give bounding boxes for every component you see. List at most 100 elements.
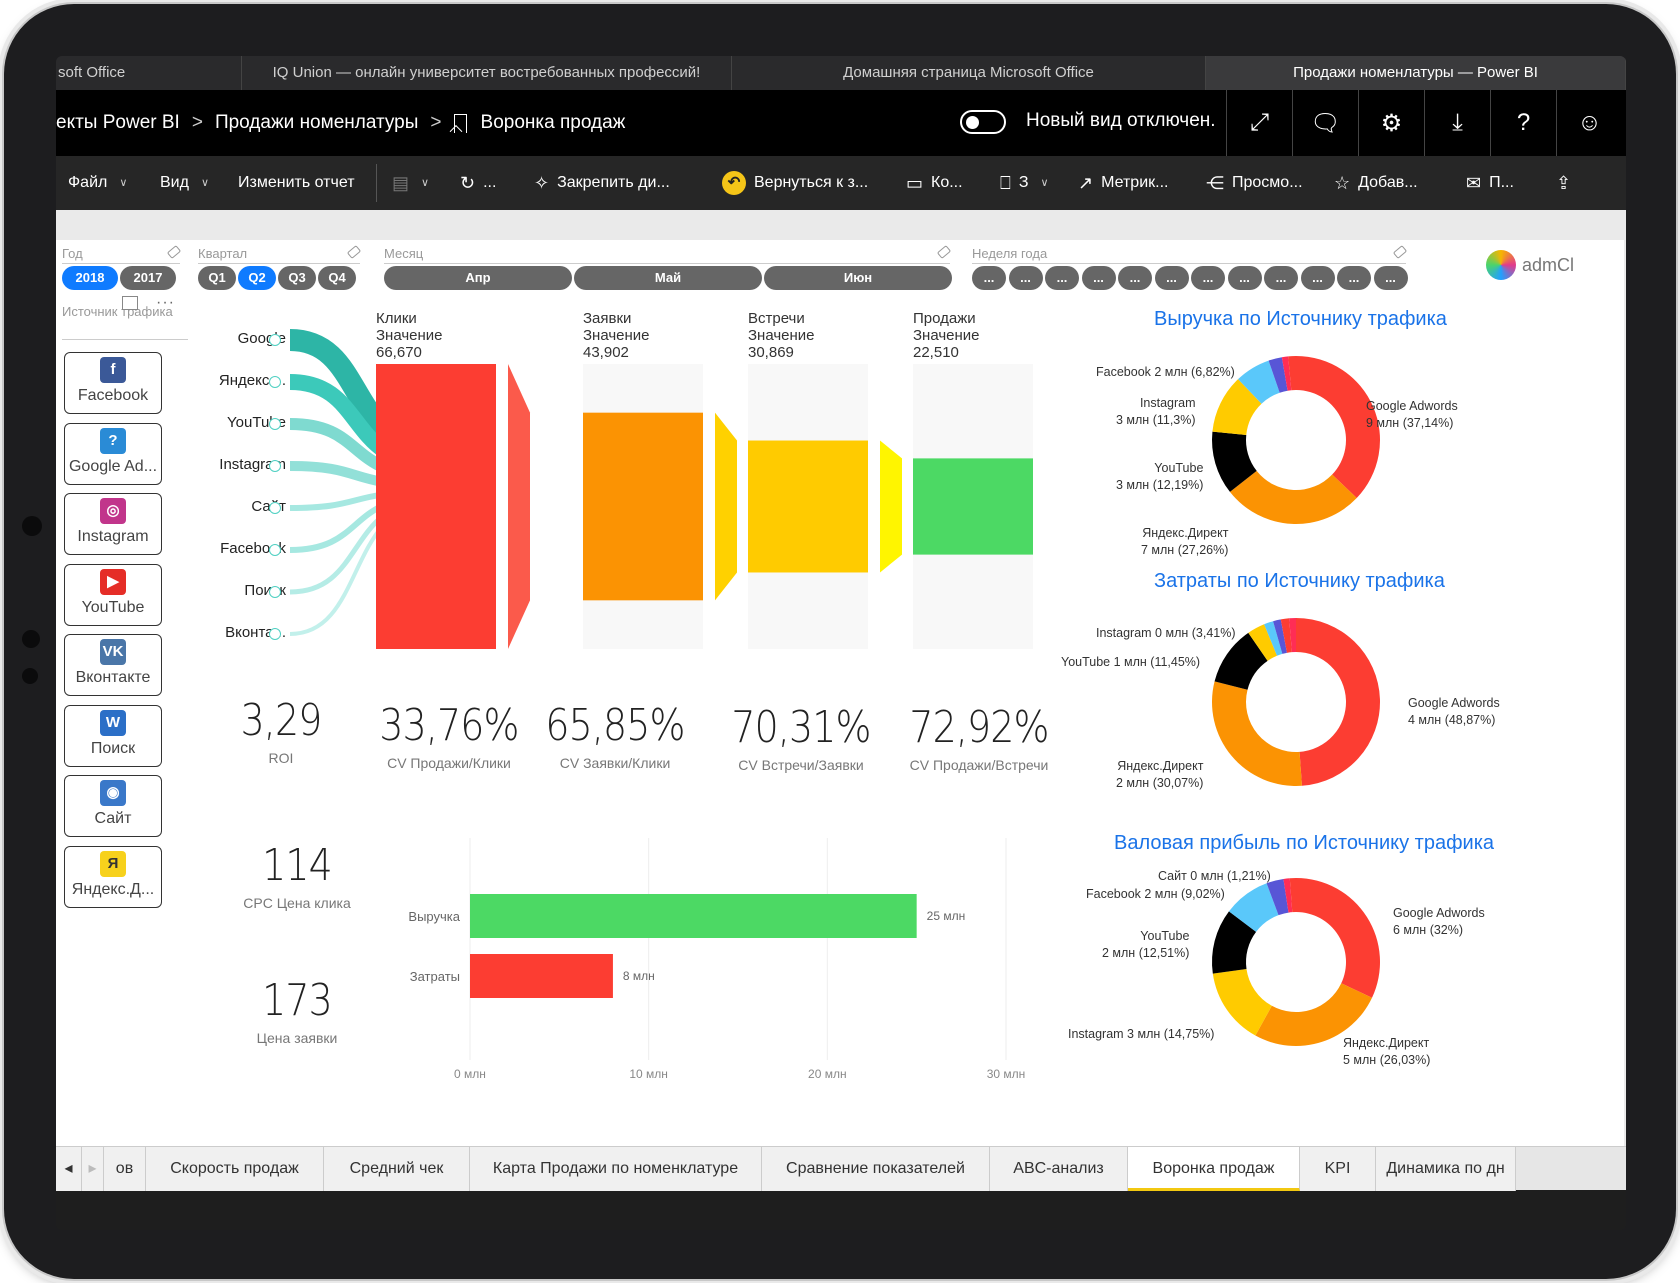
donut-label-line: Instagram [1139,396,1196,410]
donut-label-line: Сайт 0 млн (1,21%) [1158,869,1271,883]
week-option[interactable]: ... [1227,266,1262,290]
expand-icon[interactable]: ⤢ [1226,90,1292,156]
month-slicer-header: Месяц [384,245,952,264]
browser-tab-active[interactable]: Продажи номенлатуры — Power BI [1206,56,1626,90]
browser-tab[interactable]: soft Office [56,56,242,90]
chevron-right-icon: > [191,112,203,133]
sankey-node[interactable] [269,418,281,430]
week-option[interactable]: ... [1300,266,1335,290]
edit-report-button[interactable]: Изменить отчет [238,156,355,210]
feedback-smiley-icon[interactable]: ☺ [1556,90,1622,156]
week-option[interactable]: ... [1081,266,1116,290]
page-tab[interactable]: ABC-анализ [990,1147,1128,1191]
eraser-icon[interactable] [166,245,182,259]
bookmarks-button[interactable]: ⎕ З ∨ [1000,156,1049,210]
week-option[interactable]: ... [1373,266,1408,290]
bar[interactable] [470,954,613,998]
comments-button[interactable]: ▭ Ко... [906,156,963,210]
page-tab[interactable]: Скорость продаж [146,1147,324,1191]
donut-slice[interactable] [1296,618,1381,786]
sankey-node[interactable] [269,544,281,556]
quarter-option[interactable]: Q2 [238,266,276,290]
breadcrumb-workspace[interactable]: екты Power BI [56,112,180,134]
source-slicer-item[interactable]: Я Яндекс.Д... [64,845,162,908]
sankey-node[interactable] [269,502,281,514]
page-tab[interactable]: ов [104,1147,146,1191]
focus-mode-icon[interactable] [122,296,138,310]
revert-button[interactable]: ↶ Вернуться к з... [722,156,868,210]
week-option[interactable]: ... [1008,266,1043,290]
metrics-button[interactable]: ↗ Метрик... [1078,156,1168,210]
sankey-node[interactable] [269,460,281,472]
month-option[interactable]: Май [574,266,762,290]
week-option[interactable]: ... [1118,266,1152,290]
sankey-node[interactable] [269,586,281,598]
week-option[interactable]: ... [1337,266,1371,290]
eraser-icon[interactable] [346,245,362,259]
subscribe-button[interactable]: ✉ П... [1466,156,1514,210]
quarter-option[interactable]: Q3 [278,266,316,290]
page-tab[interactable]: Карта Продажи по номенклатуре [470,1147,762,1191]
globe-icon: ◉ [100,780,126,806]
source-slicer-item[interactable]: W Поиск [64,704,162,767]
donut-slice[interactable] [1296,878,1380,998]
scroll-right-icon[interactable]: ▸ [82,1147,104,1191]
week-option[interactable]: ... [1191,266,1225,290]
file-menu[interactable]: Файл ∨ [68,156,127,210]
share-button[interactable]: ⇪ [1556,156,1571,210]
page-tab[interactable]: Средний чек [324,1147,470,1191]
funnel-bar[interactable] [376,364,496,649]
year-option[interactable]: 2017 [120,266,176,290]
week-option[interactable]: ... [1154,266,1189,290]
source-slicer-item[interactable]: ◉ Сайт [64,775,162,837]
eraser-icon[interactable] [936,245,952,259]
view-menu[interactable]: Вид ∨ [160,156,209,210]
scroll-left-icon[interactable]: ◂ [56,1147,82,1191]
year-option[interactable]: 2018 [62,266,118,290]
donut-slice[interactable] [1212,681,1302,786]
sankey-node[interactable] [269,628,281,640]
eraser-icon[interactable] [1392,245,1408,259]
sankey-node[interactable] [269,334,281,346]
breadcrumb-report[interactable]: Продажи номенлатуры [215,112,418,134]
page-tab[interactable]: Сравнение показателей [762,1147,990,1191]
help-icon[interactable]: ? [1490,90,1556,156]
quarter-option[interactable]: Q1 [198,266,236,290]
kpi-card: 65,85% CV Заявки/Клики [530,700,700,771]
browser-tab[interactable]: Домашняя страница Microsoft Office [732,56,1206,90]
source-slicer-item[interactable]: f Facebook [64,352,162,414]
lineage-button[interactable]: ⋲ Просмо... [1206,156,1303,210]
favorite-button[interactable]: ☆ Добав... [1334,156,1418,210]
new-view-toggle[interactable] [960,110,1006,134]
page-tab-active[interactable]: Воронка продаж [1128,1147,1300,1191]
page-tab[interactable]: Динамика по дн [1376,1147,1516,1191]
quarter-option[interactable]: Q4 [318,266,356,290]
bar[interactable] [470,894,917,938]
settings-icon[interactable]: ⚙ [1358,90,1424,156]
more-options-icon[interactable]: ··· [156,294,175,312]
data-label: 8 млн [623,969,655,983]
page-tab[interactable]: KPI [1300,1147,1376,1191]
refresh-button[interactable]: ↻... [460,156,496,210]
funnel-bar[interactable] [913,458,1033,555]
source-slicer-item[interactable]: VK Вконтакте [64,634,162,696]
source-slicer-item[interactable]: ? Google Ad... [64,422,162,485]
page-tab-bar: ◂ ▸ ов Скорость продаж Средний чек Карта Пр… [56,1146,1626,1191]
yandex-direct-icon: Я [100,850,126,877]
week-option[interactable]: ... [1045,266,1079,290]
funnel-bar[interactable] [583,412,703,601]
month-option[interactable]: Июн [764,266,952,290]
comment-icon[interactable]: 🗨 [1292,90,1358,156]
source-slicer-item[interactable]: ▶ YouTube [64,563,162,626]
month-option[interactable]: Апр [384,266,572,290]
sankey-node[interactable] [269,376,281,388]
pin-label: Закрепить ди... [557,174,670,191]
download-icon[interactable]: ⤓ [1424,90,1490,156]
funnel-bar[interactable] [748,440,868,573]
pin-button[interactable]: ✧ Закрепить ди... [534,156,670,210]
browser-tab[interactable]: IQ Union — онлайн университет востребова… [242,56,732,90]
source-slicer-item[interactable]: ◎ Instagram [64,493,162,555]
week-option[interactable]: ... [972,266,1006,290]
week-option[interactable]: ... [1264,266,1298,290]
visual-query-button[interactable]: ▤ ∨ [392,156,429,210]
